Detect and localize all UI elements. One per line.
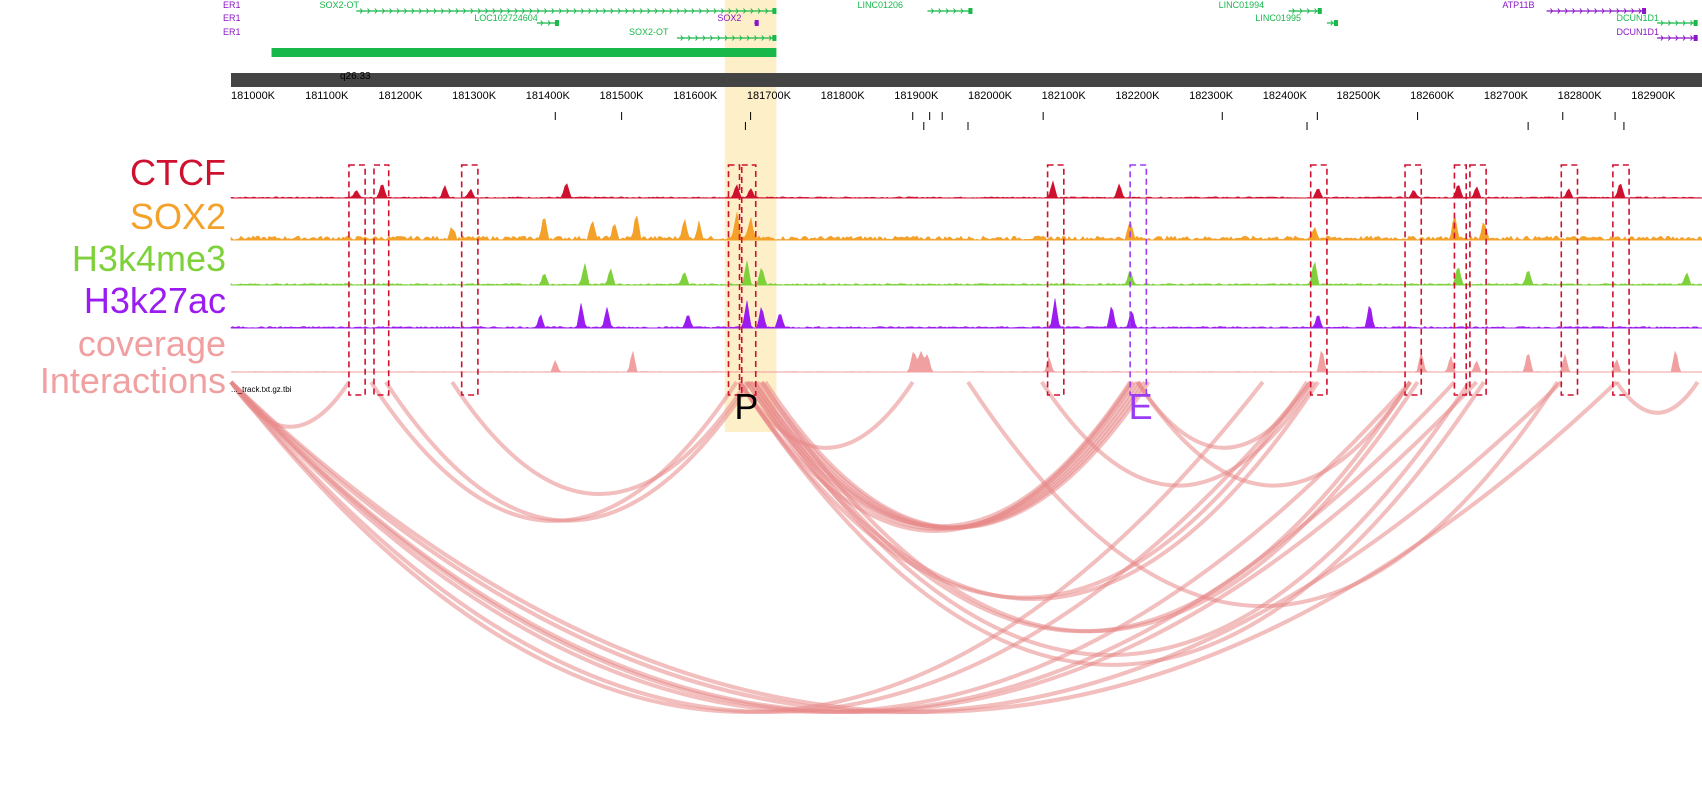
gene-label: SOX2-OT [628,27,669,37]
interaction-arc [737,380,1134,533]
ctcf-site-box [373,164,390,396]
chromosome-ideogram [231,73,1702,87]
axis-tick-label: 181800K [820,90,865,102]
track-label-ctcf: CTCF [130,152,226,193]
axis-tick-label: 181300K [452,90,497,102]
interaction-arc [737,380,1309,600]
signal-track-sox2 [230,212,1702,241]
signal-track-h3k27ac [230,298,1702,329]
cytoband-label: q26.33 [340,71,371,82]
axis-tick-label: 182800K [1557,90,1602,102]
gene-exon-9 [1693,35,1698,41]
axis-tick-label: 182400K [1262,90,1307,102]
gene-label: ATP11B [1502,0,1535,10]
interaction-arc [1614,380,1700,415]
signal-track-coverage [230,350,1702,373]
interaction-file-name: ..._track.txt.gz.tbi [231,385,292,394]
gene-label: SOX2-OT [319,0,359,10]
enhancer-label: E [1128,386,1153,427]
interaction-arc [763,380,1151,530]
axis-tick-label: 181500K [599,90,644,102]
interaction-arc [759,380,1420,634]
promoter-label: P [734,386,759,427]
gene-exon-6 [1333,20,1338,26]
interaction-arc [369,380,739,523]
ctcf-site-box [348,164,366,396]
genome-browser-figure: q26.33 181000K 181100K 181200K 181300K 18140… [0,0,1702,789]
axis-tick-label: 181900K [894,90,939,102]
axis-tick-label: 181400K [525,90,570,102]
gene-label: LINC01995 [1255,13,1301,23]
gene-label: LINC01206 [857,0,903,10]
ctcf-site-box [1469,164,1487,396]
axis-tick-label: 181000K [230,90,276,102]
axis-tick-label: 182500K [1336,90,1381,102]
gene-label: SOX2 [717,13,742,23]
axis-tick-label: 182600K [1410,90,1455,102]
axis-tick-label: 181600K [673,90,718,102]
gene-exon-8 [1693,20,1698,26]
gene-label-cut: ER1 [223,13,241,23]
axis-tick-label: 182200K [1115,90,1160,102]
gene-label-cut: ER1 [223,0,241,10]
gene-label: DCUN1D1 [1616,27,1660,37]
sox2-ot-thick-block [271,48,777,57]
signal-track-ctcf [230,180,1702,199]
ctcf-site-box [1612,164,1630,396]
gene-label: LINC01994 [1218,0,1265,10]
axis-tick-label: 182300K [1189,90,1234,102]
gene-label-cut: ER1 [223,27,241,37]
gene-label: LOC102724604 [474,13,538,23]
gene-exon-3 [772,35,777,41]
ctcf-site-box [1404,164,1423,396]
axis-tick-label: 181700K [746,90,791,102]
track-label-sox2: SOX2 [129,196,226,237]
interaction-arc [229,380,1478,714]
figure-canvas [229,0,1702,714]
gene-exon-0 [772,8,777,14]
axis-tick-label: 182700K [1483,90,1528,102]
axis-tick-label: 182900K [1631,90,1676,102]
ctcf-site-box [460,164,479,396]
gene-label: DCUN1D1 [1616,13,1660,23]
interaction-arc [966,380,1560,608]
track-label-h3k4me3: H3k4me3 [71,238,226,279]
axis-tick-label: 181100K [305,90,349,102]
gene-exon-4 [968,8,973,14]
gene-exon-2 [754,20,759,26]
gene-exon-5 [1317,8,1322,14]
promoter-highlight [724,0,777,432]
gene-exon-1 [554,20,559,26]
interaction-arc [384,380,753,523]
axis-tick-label: 181200K [378,90,423,102]
axis-tick-label: 182100K [1041,90,1086,102]
track-label-interactions: Interactions [39,360,226,401]
axis-tick-label: 182000K [967,90,1013,102]
signal-track-h3k4me3 [230,260,1702,286]
track-label-coverage: coverage [77,323,226,364]
track-label-h3k27ac: H3k27ac [83,280,226,321]
interaction-arc [450,380,749,497]
